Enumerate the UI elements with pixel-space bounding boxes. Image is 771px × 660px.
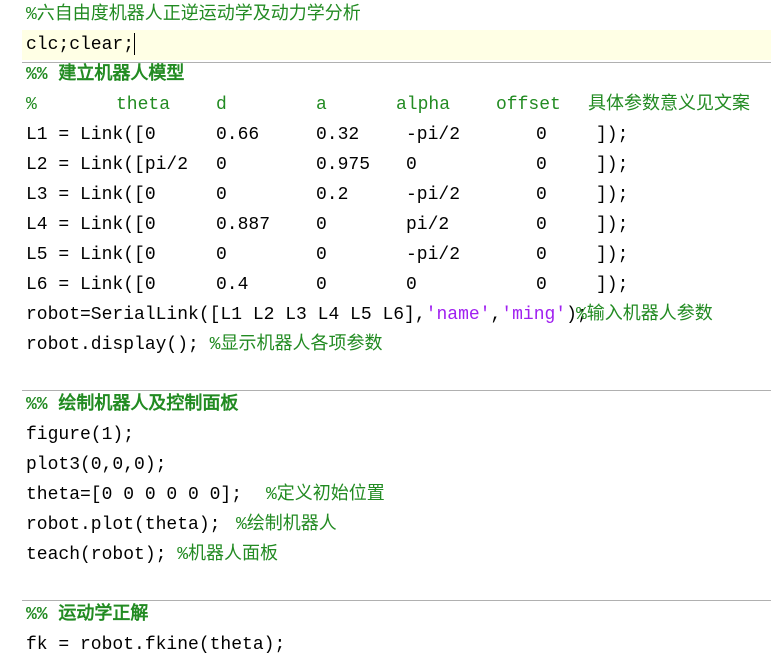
code-line-robot-plot[interactable]: robot.plot(theta); %绘制机器人 xyxy=(0,510,771,540)
link-a: 0 xyxy=(316,245,327,265)
code-line-teach[interactable]: teach(robot); %机器人面板 xyxy=(0,540,771,570)
link-alpha: pi/2 xyxy=(406,215,450,235)
code-line-theta[interactable]: theta=[0 0 0 0 0 0]; %定义初始位置 xyxy=(0,480,771,510)
code-line-1[interactable]: %六自由度机器人正逆运动学及动力学分析 xyxy=(0,0,771,30)
theta-code: theta=[0 0 0 0 0 0]; xyxy=(26,485,243,505)
code-line-4[interactable]: % theta d a alpha offset 具体参数意义见文案 xyxy=(0,90,771,120)
serial-link-call: robot=SerialLink([L1 L2 L3 L4 L5 L6], xyxy=(26,305,426,325)
link-offset: 0 xyxy=(536,245,547,265)
link-name: L5 = Link([0 xyxy=(26,245,156,265)
link-name: L1 = Link([0 xyxy=(26,125,156,145)
link-offset: 0 xyxy=(536,125,547,145)
code-line-serial-link[interactable]: robot=SerialLink([L1 L2 L3 L4 L5 L6],'na… xyxy=(0,300,771,330)
code-line-plot3[interactable]: plot3(0,0,0); xyxy=(0,450,771,480)
link-end: ]); xyxy=(596,215,629,235)
link-alpha: 0 xyxy=(406,155,417,175)
link-end: ]); xyxy=(596,275,629,295)
teach-comment: %机器人面板 xyxy=(177,545,279,565)
link-alpha: -pi/2 xyxy=(406,185,461,205)
link-end: ]); xyxy=(596,155,629,175)
link-d: 0 xyxy=(216,155,227,175)
col-offset: offset xyxy=(496,95,561,115)
link-offset: 0 xyxy=(536,155,547,175)
code-line-link-6[interactable]: L6 = Link([0 0.4 0 0 0 ]); xyxy=(0,270,771,300)
code-line-link-2[interactable]: L2 = Link([pi/2 0 0.975 0 0 ]); xyxy=(0,150,771,180)
link-a: 0 xyxy=(316,275,327,295)
name-value-string: 'ming' xyxy=(501,305,567,325)
code-line-display[interactable]: robot.display(); %显示机器人各项参数 xyxy=(0,330,771,360)
theta-comment: %定义初始位置 xyxy=(266,485,385,505)
serial-link-comment: %输入机器人参数 xyxy=(576,305,713,325)
text-caret xyxy=(134,33,136,56)
link-d: 0.66 xyxy=(216,125,260,145)
col-alpha: alpha xyxy=(396,95,451,115)
link-a: 0.32 xyxy=(316,125,360,145)
link-name: L3 = Link([0 xyxy=(26,185,156,205)
display-call: robot.display(); xyxy=(26,335,210,355)
cell-title-fkine: %% 运动学正解 xyxy=(26,605,149,625)
link-end: ]); xyxy=(596,185,629,205)
code-line-cell-2[interactable]: %% 绘制机器人及控制面板 xyxy=(0,390,771,420)
link-offset: 0 xyxy=(536,185,547,205)
display-code: robot.display(); %显示机器人各项参数 xyxy=(26,330,382,360)
cell-title-plot: %% 绘制机器人及控制面板 xyxy=(26,395,239,415)
link-name: L4 = Link([0 xyxy=(26,215,156,235)
link-alpha: 0 xyxy=(406,275,417,295)
name-key-string: 'name' xyxy=(425,305,491,325)
link-a: 0.2 xyxy=(316,185,349,205)
code-line-link-1[interactable]: L1 = Link([0 0.66 0.32 -pi/2 0 ]); xyxy=(0,120,771,150)
code-line-2-current[interactable]: clc;clear; xyxy=(22,30,771,60)
display-comment: %显示机器人各项参数 xyxy=(209,335,383,355)
code-line-link-3[interactable]: L3 = Link([0 0 0.2 -pi/2 0 ]); xyxy=(0,180,771,210)
plot3-code: plot3(0,0,0); xyxy=(26,455,167,475)
link-alpha: -pi/2 xyxy=(406,245,461,265)
code-line-link-5[interactable]: L5 = Link([0 0 0 -pi/2 0 ]); xyxy=(0,240,771,270)
code-line-figure[interactable]: figure(1); xyxy=(0,420,771,450)
link-a: 0.975 xyxy=(316,155,371,175)
teach-call: teach(robot); xyxy=(26,545,178,565)
link-alpha: -pi/2 xyxy=(406,125,461,145)
link-end: ]); xyxy=(596,125,629,145)
comma: , xyxy=(490,305,502,325)
link-name: L6 = Link([0 xyxy=(26,275,156,295)
figure-code: figure(1); xyxy=(26,425,135,445)
link-d: 0.887 xyxy=(216,215,271,235)
robot-plot-code: robot.plot(theta); xyxy=(26,515,221,535)
link-d: 0 xyxy=(216,185,227,205)
col-d: d xyxy=(216,95,227,115)
code-line-fkine-partial[interactable]: fk = robot.fkine(theta); xyxy=(0,630,771,660)
col-theta: theta xyxy=(116,95,171,115)
link-offset: 0 xyxy=(536,275,547,295)
link-a: 0 xyxy=(316,215,327,235)
serial-link-code: robot=SerialLink([L1 L2 L3 L4 L5 L6],'na… xyxy=(26,300,588,330)
teach-code: teach(robot); %机器人面板 xyxy=(26,540,278,570)
link-name: L2 = Link([pi/2 xyxy=(26,155,189,175)
code-line-cell-3[interactable]: %% 运动学正解 xyxy=(0,600,771,630)
clc-clear-text: clc;clear; xyxy=(26,35,135,55)
code-line-3[interactable]: %% 建立机器人模型 xyxy=(0,60,771,90)
header-comment: %六自由度机器人正逆运动学及动力学分析 xyxy=(26,5,361,25)
col-a: a xyxy=(316,95,327,115)
clc-clear-code: clc;clear; xyxy=(26,30,136,60)
fkine-code: fk = robot.fkine(theta); xyxy=(26,635,286,655)
code-line-link-4[interactable]: L4 = Link([0 0.887 0 pi/2 0 ]); xyxy=(0,210,771,240)
link-end: ]); xyxy=(596,245,629,265)
cell-title-model: %% 建立机器人模型 xyxy=(26,65,185,85)
col-note: 具体参数意义见文案 xyxy=(588,95,750,115)
link-offset: 0 xyxy=(536,215,547,235)
col-percent: % xyxy=(26,95,37,115)
link-d: 0.4 xyxy=(216,275,249,295)
robot-plot-comment: %绘制机器人 xyxy=(236,515,337,535)
link-d: 0 xyxy=(216,245,227,265)
code-editor[interactable]: %六自由度机器人正逆运动学及动力学分析 clc;clear; %% 建立机器人模… xyxy=(0,0,771,655)
